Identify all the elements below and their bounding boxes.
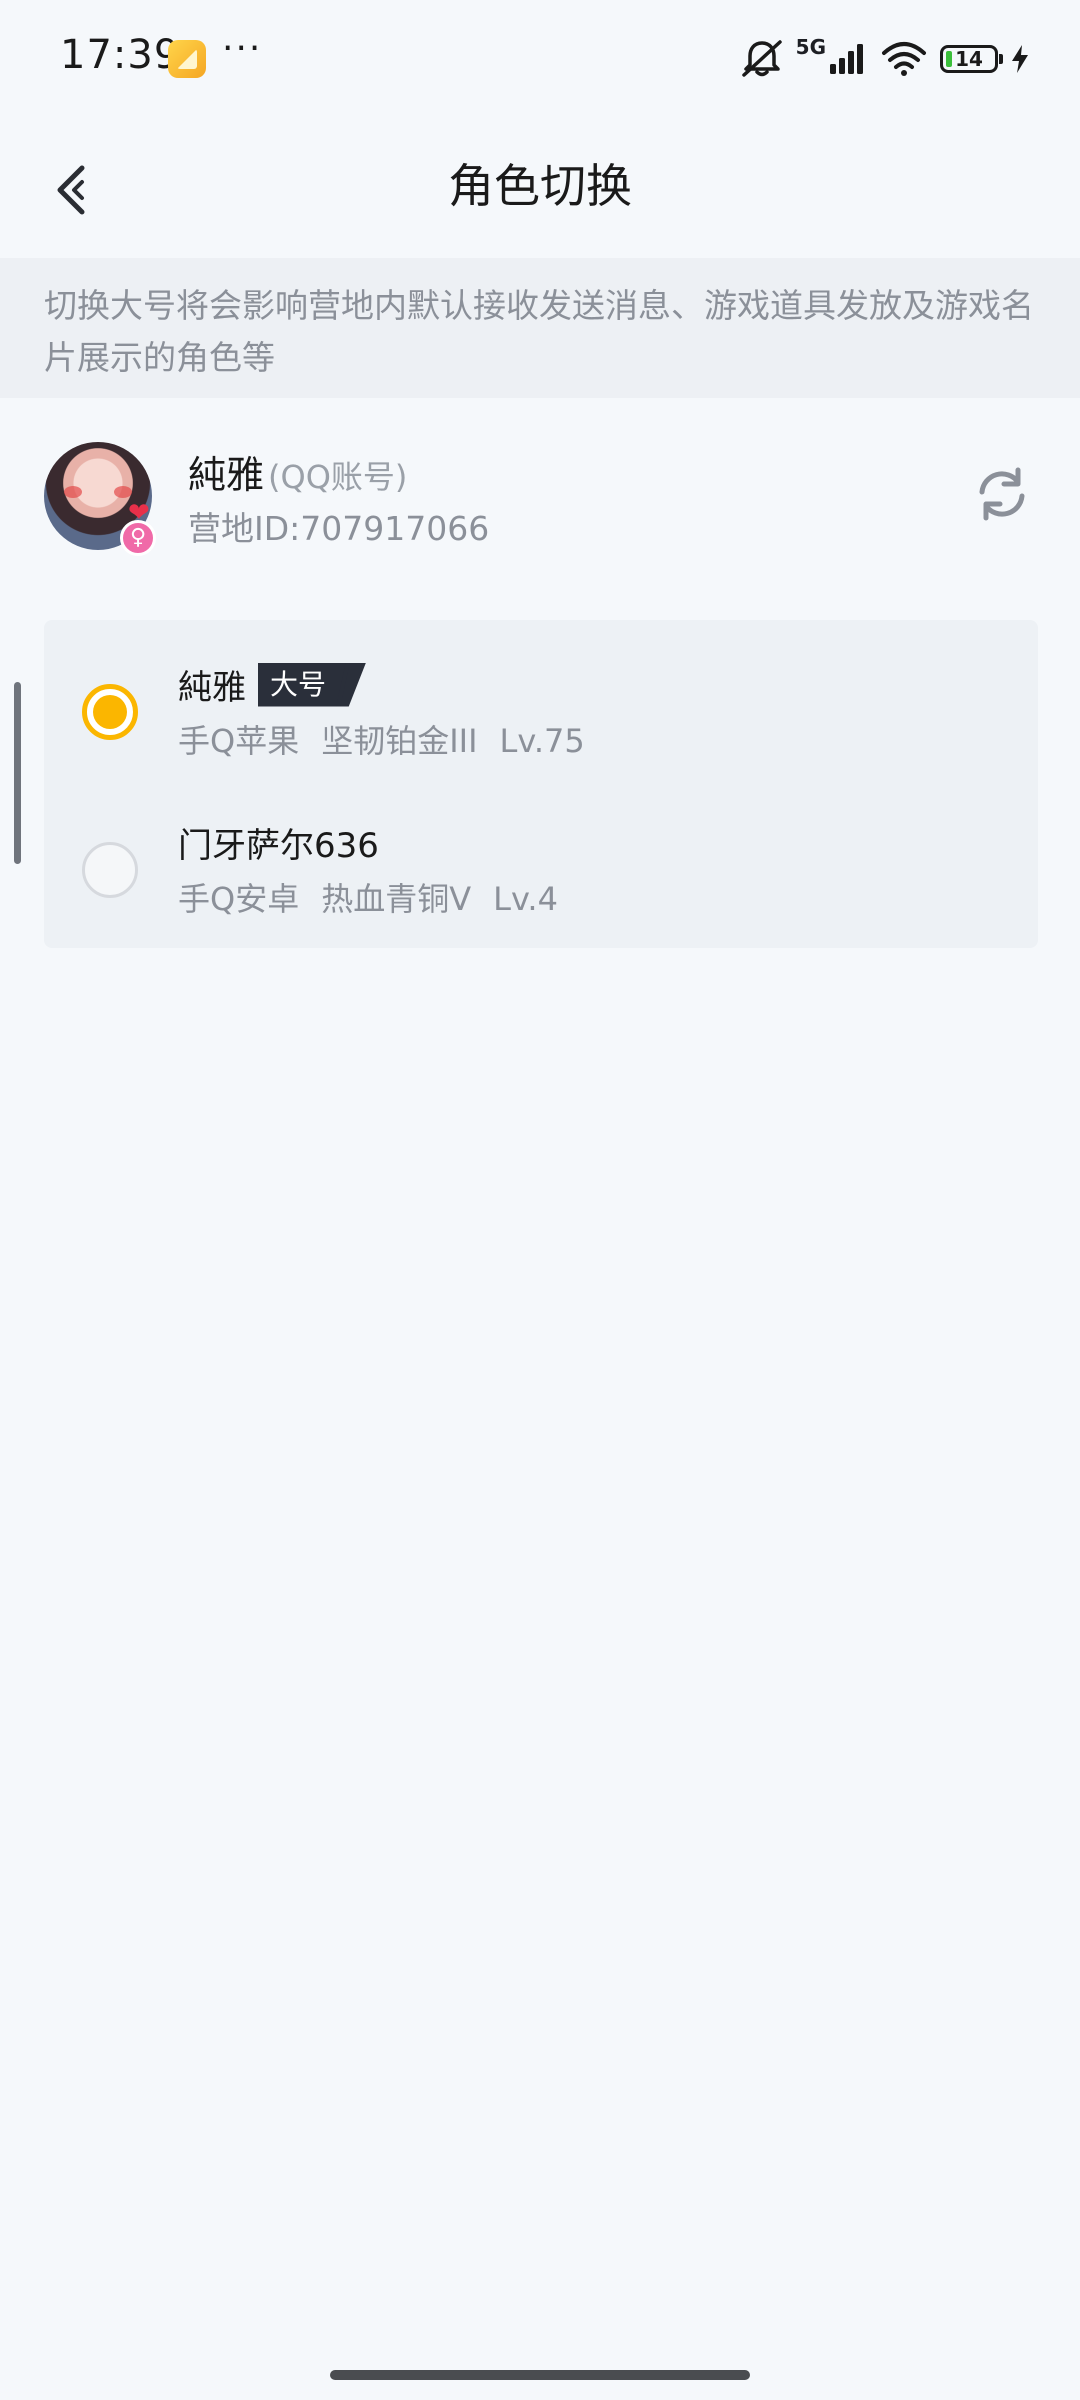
role-name-text: 純雅 — [178, 668, 246, 708]
header: 角色切换 — [0, 120, 1080, 260]
charging-icon — [1010, 44, 1030, 74]
role-item[interactable]: 门牙萨尔636 手Q安卓 热血青铜V Lv.4 — [44, 798, 1038, 948]
status-icons: 5G 14 — [740, 34, 1030, 84]
account-row: ❤ ♀ 純雅 (QQ账号) 营地ID:707917066 — [0, 440, 1080, 556]
home-indicator[interactable] — [330, 2370, 750, 2380]
camp-id: 营地ID:707917066 — [188, 509, 490, 548]
role-list: 純雅 大号 手Q苹果 坚韧铂金III Lv.75 门牙萨尔636 手Q安卓 热血青铜V… — [44, 620, 1038, 948]
female-gender-icon: ♀ — [120, 520, 156, 556]
page-title: 角色切换 — [448, 159, 632, 213]
bell-muted-icon — [740, 39, 784, 79]
note-app-icon — [168, 40, 206, 78]
signal-icon — [828, 42, 868, 76]
role-item[interactable]: 純雅 大号 手Q苹果 坚韧铂金III Lv.75 — [44, 640, 1038, 790]
account-type: (QQ账号) — [268, 458, 408, 496]
role-name: 純雅 大号 — [178, 660, 367, 709]
role-name: 门牙萨尔636 — [178, 818, 379, 867]
role-platform: 手Q安卓 — [178, 880, 300, 918]
radio-unselected[interactable] — [82, 842, 138, 898]
status-more-icon: ··· — [222, 28, 263, 69]
scroll-indicator[interactable] — [14, 682, 21, 864]
role-rank: 热血青铜V — [321, 880, 472, 918]
radio-selected[interactable] — [82, 684, 138, 740]
role-rank: 坚韧铂金III — [321, 722, 478, 760]
role-platform: 手Q苹果 — [178, 722, 300, 760]
role-name-text: 门牙萨尔636 — [178, 826, 379, 866]
status-bar: 17:39 ··· 5G 14 — [0, 0, 1080, 120]
battery-icon: 14 — [940, 45, 1003, 73]
account-name: 純雅 (QQ账号) — [188, 444, 407, 499]
role-meta: 手Q苹果 坚韧铂金III Lv.75 — [178, 716, 607, 762]
refresh-button[interactable] — [970, 462, 1034, 526]
account-name-text: 純雅 — [188, 453, 265, 497]
role-level: Lv.75 — [499, 722, 585, 760]
notice-text: 切换大号将会影响营地内默认接收发送消息、游戏道具发放及游戏名片展示的角色等 — [0, 258, 1080, 398]
main-account-badge: 大号 — [258, 662, 367, 707]
wifi-icon — [880, 41, 928, 77]
role-level: Lv.4 — [493, 880, 558, 918]
status-time: 17:39 — [60, 32, 181, 78]
network-label: 5G — [795, 35, 826, 59]
refresh-icon — [979, 467, 1025, 521]
role-meta: 手Q安卓 热血青铜V Lv.4 — [178, 874, 580, 920]
